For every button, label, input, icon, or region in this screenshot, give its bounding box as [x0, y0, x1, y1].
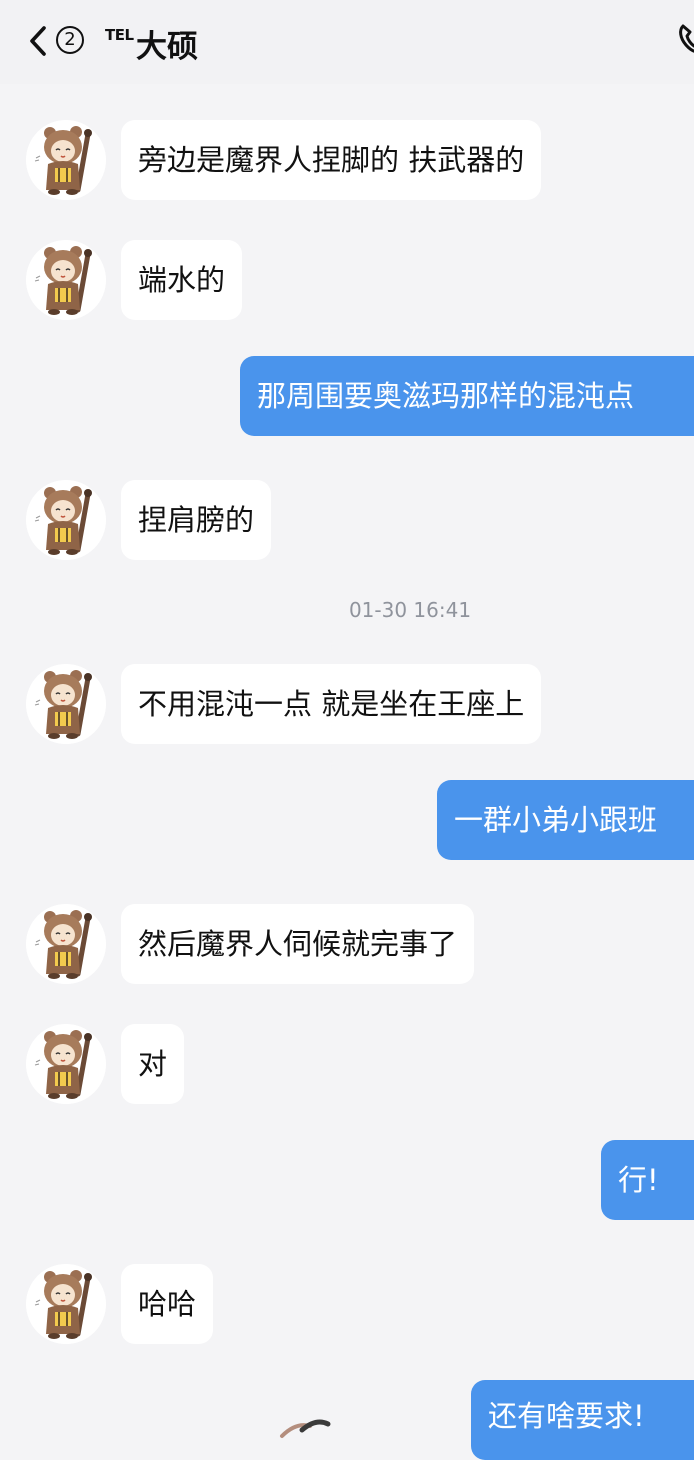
- incoming-message-bubble[interactable]: 捏肩膀的: [121, 480, 272, 560]
- message-timestamp: 01-30 16:41: [348, 598, 472, 622]
- incoming-message-bubble[interactable]: 然后魔界人伺候就完事了: [121, 904, 475, 984]
- outgoing-message-bubble[interactable]: 还有啥要求!: [471, 1380, 694, 1460]
- partial-avatar-icon: [280, 1419, 331, 1438]
- incoming-message-bubble[interactable]: 端水的: [121, 240, 243, 320]
- phone-icon[interactable]: [677, 22, 694, 56]
- contact-avatar[interactable]: [26, 480, 106, 560]
- contact-avatar[interactable]: [26, 240, 106, 320]
- contact-avatar[interactable]: [26, 904, 106, 984]
- tel-tag: TEL: [105, 26, 134, 44]
- contact-avatar[interactable]: [26, 120, 106, 200]
- chat-header: 2 TEL 大硕: [0, 0, 694, 84]
- unread-count-badge[interactable]: 2: [56, 26, 84, 54]
- contact-avatar[interactable]: [26, 1024, 106, 1104]
- incoming-message-bubble[interactable]: 哈哈: [121, 1264, 214, 1344]
- contact-name: 大硕: [136, 29, 198, 65]
- contact-avatar[interactable]: [26, 664, 106, 744]
- back-chevron-icon[interactable]: [26, 24, 50, 58]
- outgoing-message-bubble[interactable]: 行!: [601, 1140, 694, 1220]
- incoming-message-bubble[interactable]: 不用混沌一点 就是坐在王座上: [121, 664, 542, 744]
- contact-avatar[interactable]: [26, 1264, 106, 1344]
- incoming-message-bubble[interactable]: 对: [121, 1024, 185, 1104]
- incoming-message-bubble[interactable]: 旁边是魔界人捏脚的 扶武器的: [121, 120, 542, 200]
- outgoing-message-bubble[interactable]: 一群小弟小跟班: [437, 780, 694, 860]
- outgoing-message-bubble[interactable]: 那周围要奥滋玛那样的混沌点: [240, 356, 694, 436]
